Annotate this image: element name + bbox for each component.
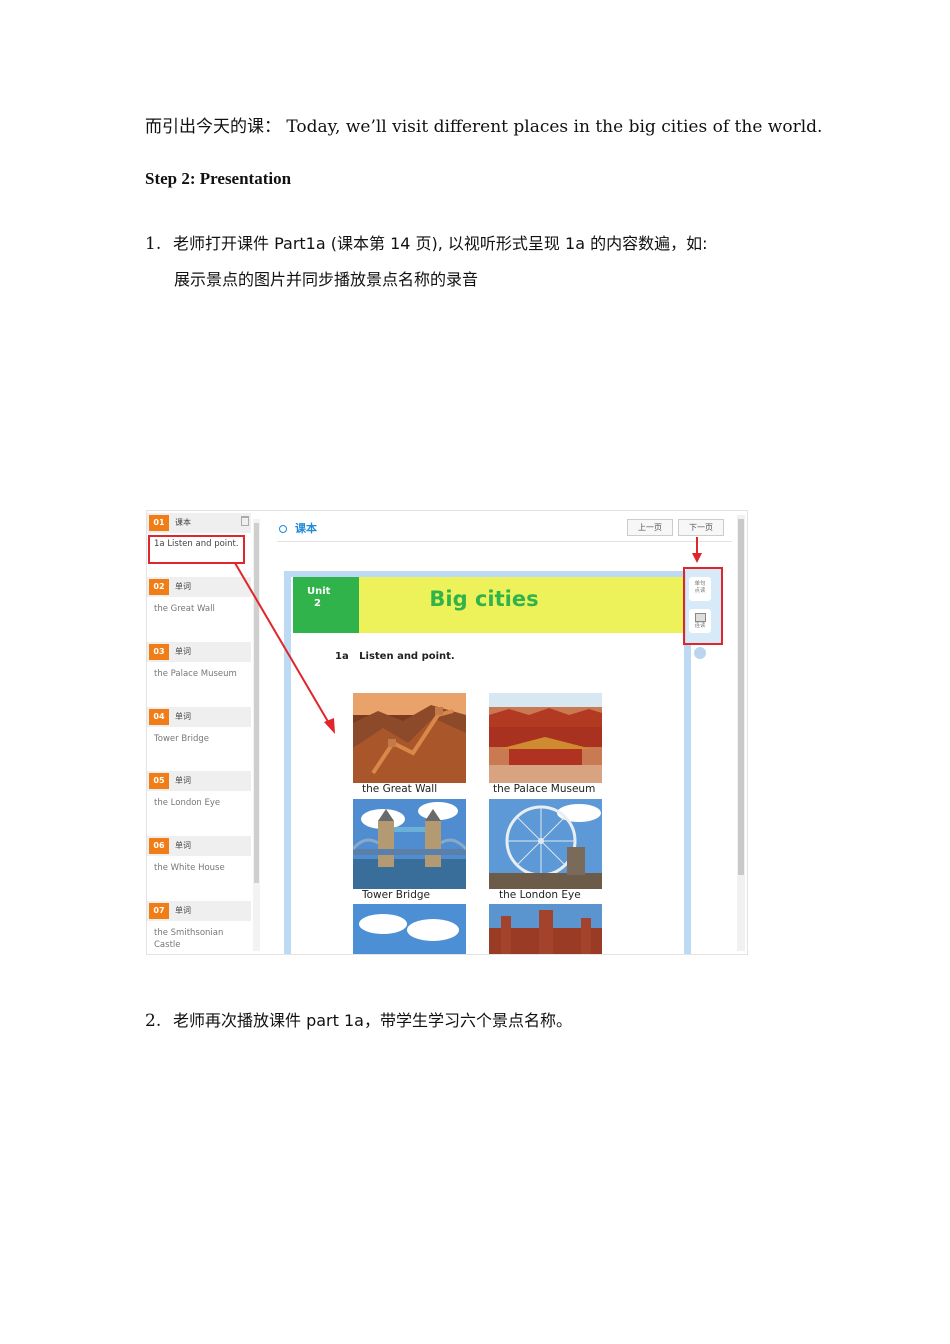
annotation-arrows — [234, 537, 702, 734]
step-heading: Step 2: Presentation — [145, 169, 292, 188]
intro-prefix: 而引出今天的课： — [145, 117, 281, 137]
arrow-head-toolbar — [692, 553, 702, 563]
intro-line: 而引出今天的课： Today, we’ll visit different pl… — [145, 112, 822, 137]
item1-text: 老师打开课件 Part1a (课本第 14 页), 以视听形式呈现 1a 的内容… — [173, 234, 708, 253]
item1-line2: 展示景点的图片并同步播放景点名称的录音 — [174, 270, 479, 289]
courseware-screenshot: 01 课本 1a Listen and point. 02 单词 the Great… — [146, 510, 748, 955]
intro-english: Today, we’ll visit different places in t… — [286, 117, 823, 137]
arrow-head-page — [324, 718, 335, 734]
item2-line: 2. 老师再次播放课件 part 1a，带学生学习六个景点名称。 — [145, 1007, 572, 1031]
item1-number: 1. — [145, 234, 162, 254]
arrow-to-page — [234, 562, 331, 726]
item2-number: 2. — [145, 1011, 162, 1031]
item2-text: 老师再次播放课件 part 1a，带学生学习六个景点名称。 — [173, 1011, 572, 1030]
item1-line1: 1. 老师打开课件 Part1a (课本第 14 页), 以视听形式呈现 1a 的… — [145, 230, 707, 254]
